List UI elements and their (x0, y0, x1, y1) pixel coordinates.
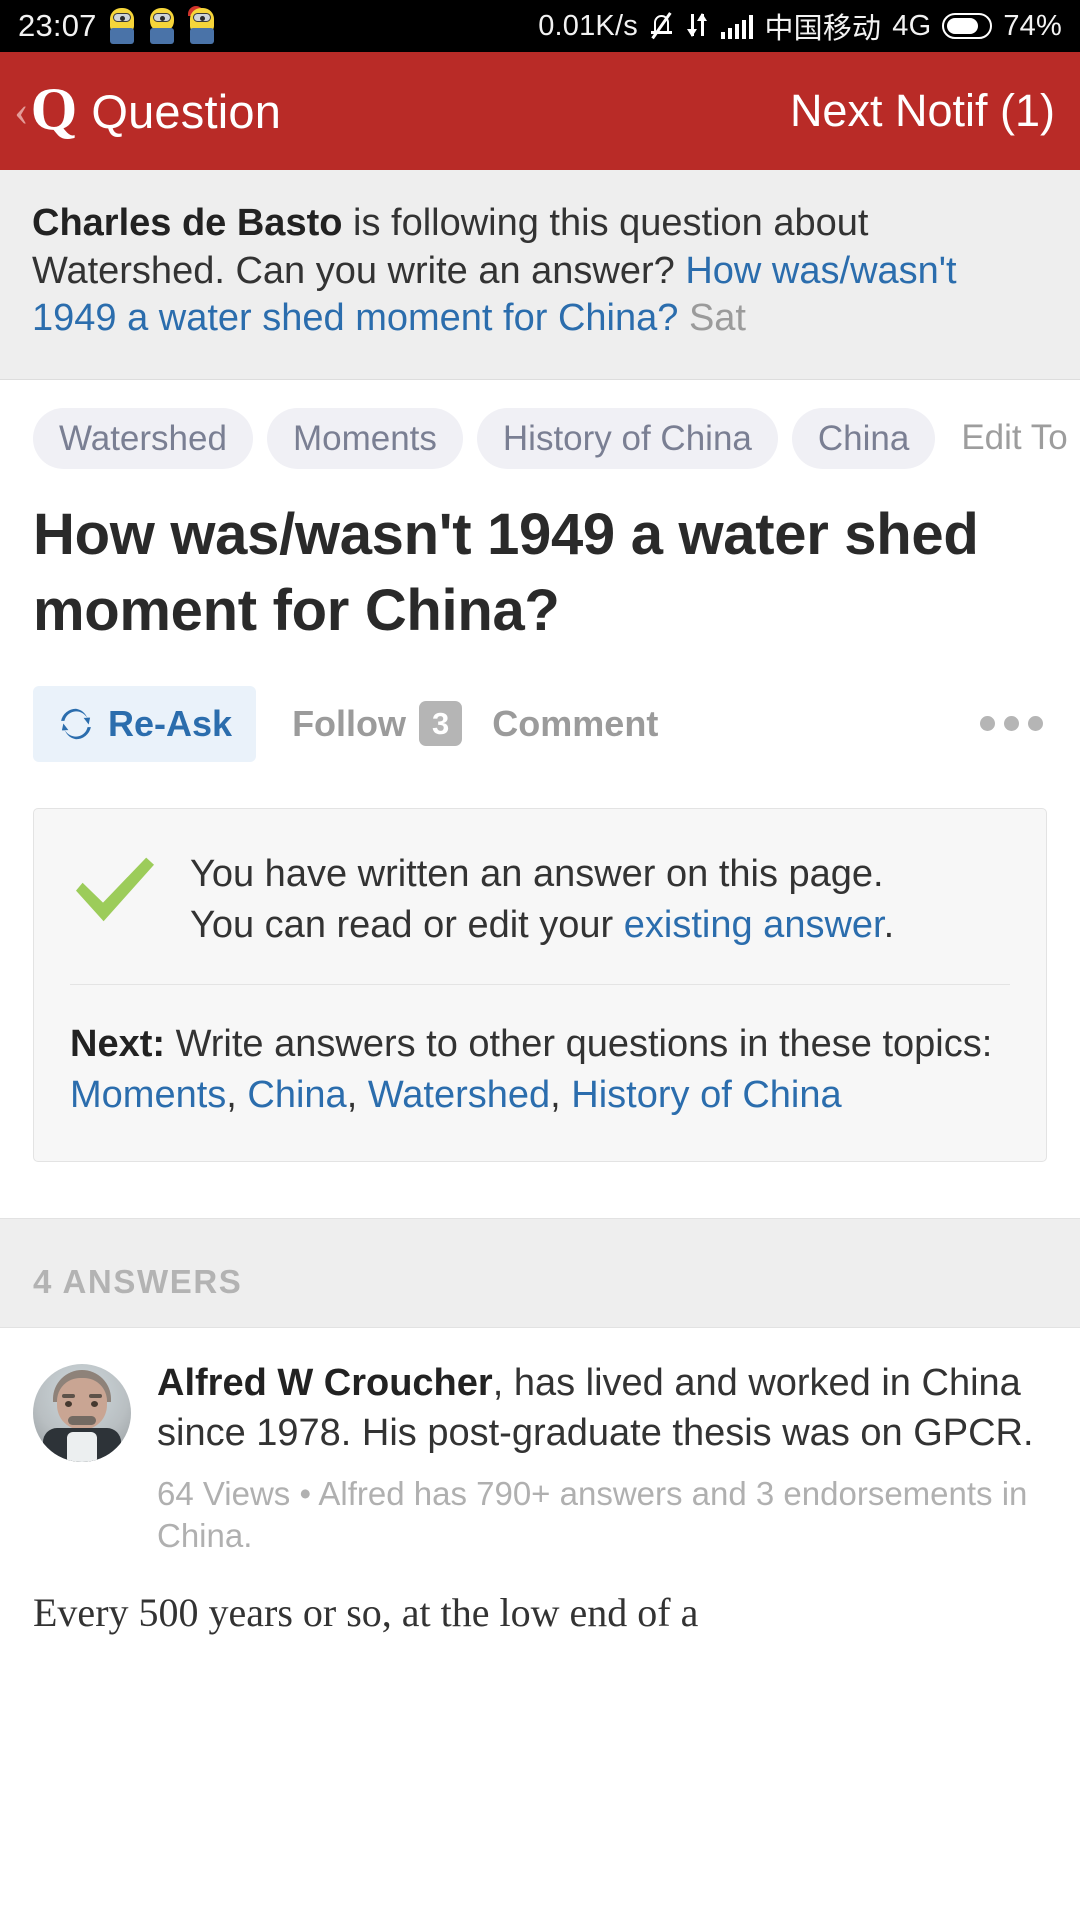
back-chevron-icon[interactable]: ‹ (14, 89, 29, 133)
bell-mute-icon (649, 11, 675, 41)
answer-body-text: Every 500 years or so, at the low end of… (33, 1590, 699, 1636)
page-title: Question (91, 84, 282, 138)
re-ask-button[interactable]: Re-Ask (33, 685, 257, 762)
next-label: Next: (70, 1023, 166, 1066)
answer-item: Alfred W Croucher, has lived and worked … (0, 1328, 1080, 1641)
next-notification-button[interactable]: Next Notif (1) (790, 85, 1055, 137)
follow-count-badge: 3 (419, 700, 463, 747)
answer-author-block: Alfred W Croucher, has lived and worked … (157, 1358, 1047, 1558)
refresh-icon (61, 708, 91, 739)
status-bar-right: 0.01K/s 中国移动 4G 74% (538, 5, 1062, 47)
quora-logo-icon[interactable]: Q (31, 79, 78, 139)
signal-bars-icon (720, 13, 754, 39)
topic-pill-history-of-china[interactable]: History of China (476, 407, 778, 469)
notification-banner[interactable]: Charles de Basto is following this quest… (0, 170, 1080, 380)
minion-icon (107, 6, 137, 46)
next-topic-link-history-of-china[interactable]: History of China (571, 1074, 841, 1116)
question-action-bar: Re-Ask Follow 3 Comment (0, 650, 1080, 762)
next-description: Write answers to other questions in thes… (165, 1023, 993, 1066)
app-header: ‹ Q Question Next Notif (1) (0, 52, 1080, 170)
next-topic-link-china[interactable]: China (247, 1074, 346, 1116)
answers-count-heading: 4 ANSWERS (0, 1218, 1080, 1329)
answer-meta: 64 Views • Alfred has 790+ answers and 3… (157, 1474, 1028, 1555)
battery-icon (942, 13, 993, 39)
next-topic-link-moments[interactable]: Moments (70, 1074, 226, 1116)
topic-pills-row[interactable]: Watershed Moments History of China China… (0, 380, 1080, 469)
minion-icon (147, 6, 177, 46)
card-divider (70, 984, 1010, 986)
re-ask-label: Re-Ask (108, 702, 233, 744)
network-type-label: 4G (892, 9, 932, 42)
avatar[interactable] (33, 1364, 131, 1463)
next-suggestion-text: Next: Write answers to other questions i… (70, 1023, 993, 1117)
battery-percent-label: 74% (1003, 9, 1062, 42)
follow-label: Follow (292, 702, 407, 744)
answer-author-row: Alfred W Croucher, has lived and worked … (33, 1358, 1047, 1558)
answer-status-row: You have written an answer on this page.… (70, 845, 1010, 951)
answer-status-line2-suffix: . (883, 903, 895, 946)
existing-answer-link[interactable]: existing answer (624, 904, 884, 946)
carrier-label: 中国移动 (764, 13, 882, 45)
answer-status-line1: You have written an answer on this page. (190, 852, 884, 895)
topic-pill-china[interactable]: China (791, 407, 936, 469)
notification-actor-name[interactable]: Charles de Basto (32, 202, 342, 244)
question-title: How was/wasn't 1949 a water shed moment … (33, 501, 979, 644)
green-check-icon (76, 857, 154, 921)
topic-pill-moments[interactable]: Moments (266, 407, 463, 469)
minion-icon (187, 6, 217, 46)
network-speed-label: 0.01K/s (538, 9, 638, 42)
section-gap (0, 1162, 1080, 1219)
status-bar-left: 23:07 (18, 6, 217, 46)
notification-timestamp: Sat (688, 297, 746, 339)
answer-status-card: You have written an answer on this page.… (33, 807, 1047, 1163)
next-topic-link-watershed[interactable]: Watershed (368, 1074, 550, 1116)
comment-button[interactable]: Comment (492, 703, 658, 745)
answer-status-text: You have written an answer on this page.… (190, 845, 894, 951)
more-dots-icon[interactable] (980, 716, 1047, 732)
edit-topics-button[interactable]: Edit To (949, 418, 1067, 458)
answer-author-name[interactable]: Alfred W Croucher (157, 1362, 493, 1404)
answer-status-line2-prefix: You can read or edit your (190, 903, 624, 946)
data-transfer-icon (686, 11, 710, 41)
status-bar: 23:07 0.01K/s 中国移动 4G 74% (0, 0, 1080, 52)
status-bar-clock: 23:07 (18, 8, 97, 43)
answer-byline: Alfred W Croucher, has lived and worked … (157, 1358, 1047, 1458)
follow-button[interactable]: Follow 3 (292, 700, 463, 747)
topic-pill-watershed[interactable]: Watershed (33, 407, 253, 469)
